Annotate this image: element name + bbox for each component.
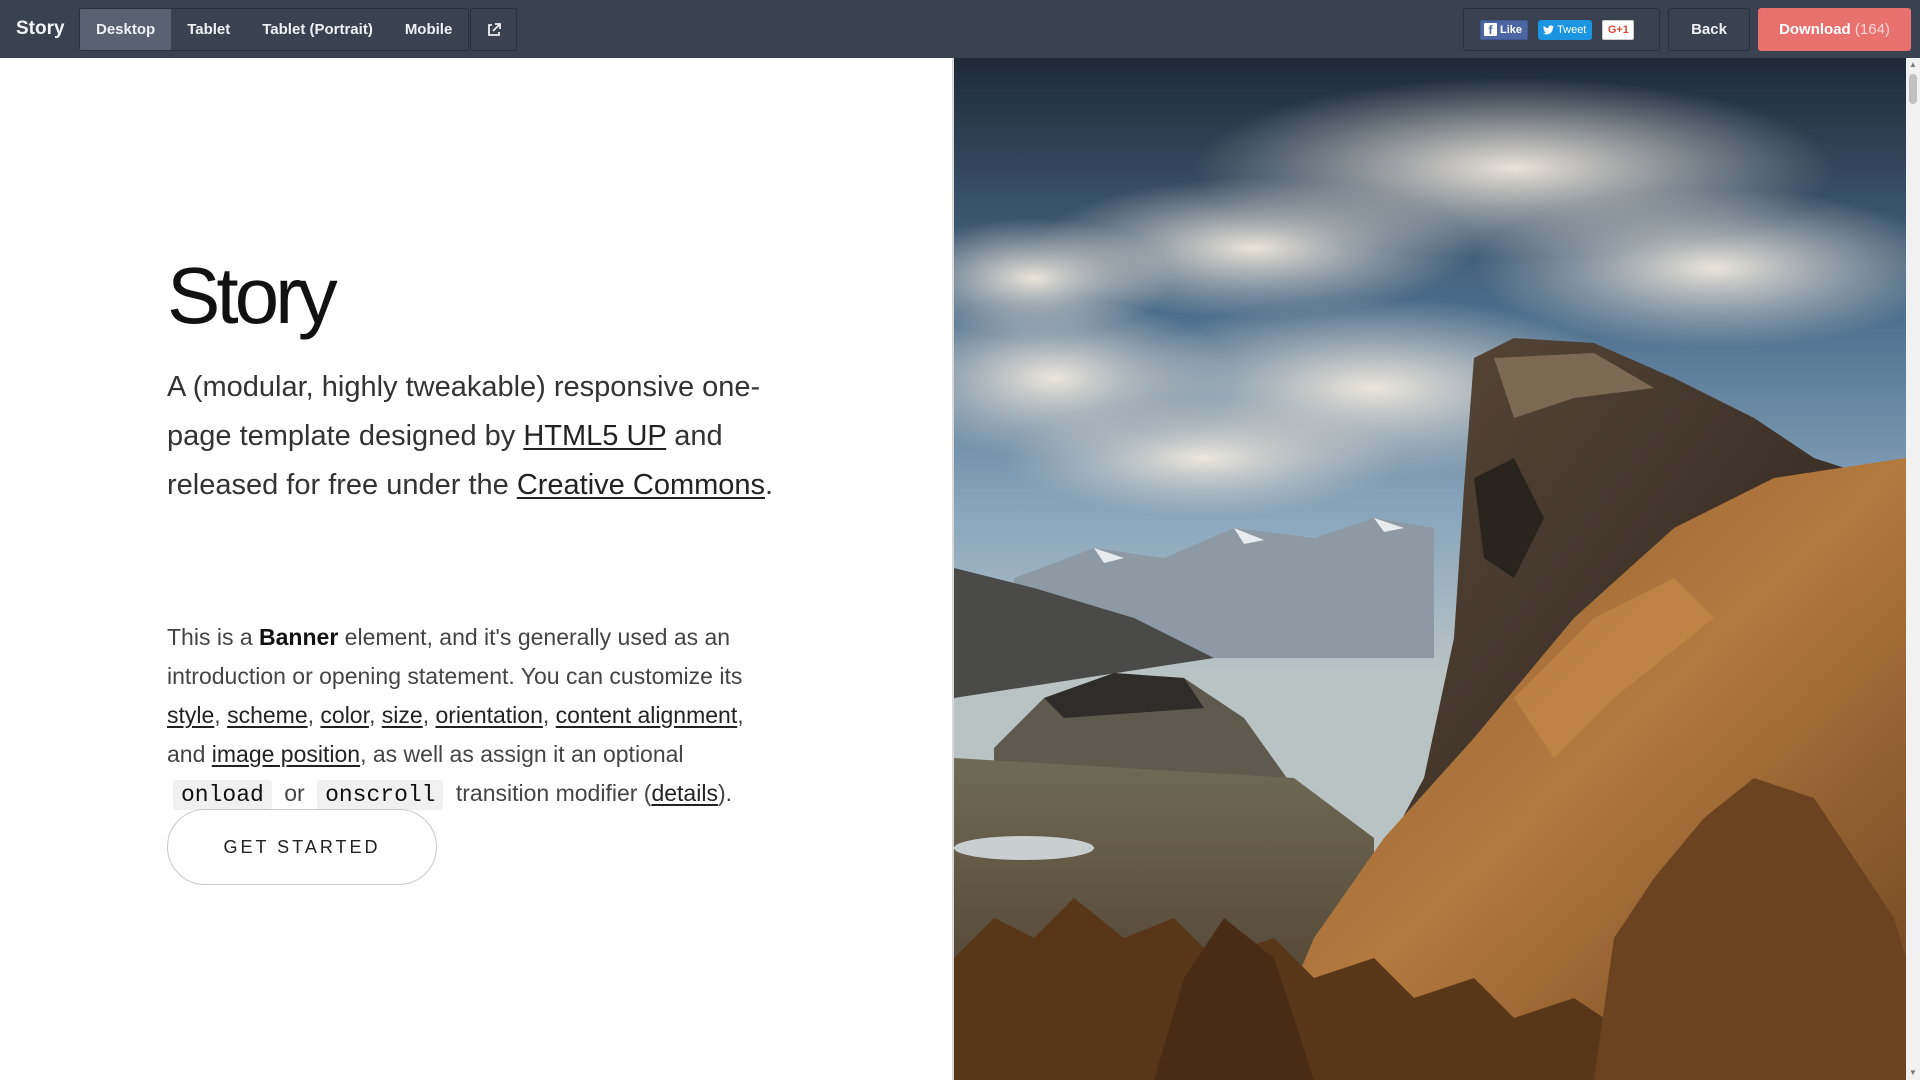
device-tablet-portrait-button[interactable]: Tablet (Portrait) (246, 9, 389, 50)
brand-title: Story (16, 18, 65, 39)
external-link-icon (487, 22, 501, 36)
device-switcher: Desktop Tablet Tablet (Portrait) Mobile (79, 8, 470, 51)
banner-image (954, 58, 1906, 1080)
details-link[interactable]: details (651, 780, 717, 806)
body-text: or (277, 780, 312, 806)
download-button[interactable]: Download (164) (1758, 8, 1911, 51)
body-text: ). (717, 780, 732, 806)
social-share-group: f Like Tweet G+1 (1463, 8, 1660, 51)
banner-content: Story A (modular, highly tweakable) resp… (0, 58, 953, 1080)
scroll-thumb[interactable] (1909, 74, 1917, 104)
device-mobile-button[interactable]: Mobile (389, 9, 468, 50)
banner-keyword: Banner (259, 624, 339, 650)
twitter-icon (1543, 24, 1555, 34)
size-link[interactable]: size (382, 702, 423, 728)
open-external-button[interactable] (470, 8, 517, 51)
device-tablet-button[interactable]: Tablet (171, 9, 246, 50)
facebook-like-label: Like (1500, 23, 1523, 36)
banner-lead: A (modular, highly tweakable) responsive… (167, 363, 777, 510)
body-text: transition modifier ( (449, 780, 652, 806)
mountain-landscape-image (954, 58, 1906, 1080)
onscroll-code: onscroll (317, 780, 444, 810)
onload-code: onload (173, 780, 272, 810)
scroll-up-arrow[interactable]: ▲ (1906, 58, 1920, 72)
scroll-down-arrow[interactable]: ▼ (1906, 1066, 1920, 1080)
google-plus-button[interactable]: G+1 (1602, 19, 1635, 40)
banner-description: This is a Banner element, and it's gener… (167, 624, 744, 810)
style-link[interactable]: style (167, 702, 214, 728)
facebook-like-button[interactable]: f Like (1480, 19, 1529, 40)
download-count: (164) (1854, 21, 1890, 38)
content-alignment-link[interactable]: content alignment (556, 702, 738, 728)
back-button[interactable]: Back (1668, 8, 1750, 51)
template-preview: Story A (modular, highly tweakable) resp… (0, 58, 1920, 1080)
get-started-button[interactable]: GET STARTED (167, 809, 437, 885)
orientation-link[interactable]: orientation (435, 702, 542, 728)
creative-commons-link[interactable]: Creative Commons (517, 469, 765, 501)
facebook-icon: f (1484, 23, 1497, 37)
preview-toolbar: Story Desktop Tablet Tablet (Portrait) M… (0, 0, 1920, 58)
lead-text: . (765, 469, 774, 501)
color-link[interactable]: color (320, 702, 369, 728)
body-text: , as well as assign it an optional (360, 741, 684, 767)
page-scrollbar[interactable]: ▲ ▼ (1906, 58, 1920, 1080)
image-position-link[interactable]: image position (212, 741, 360, 767)
scheme-link[interactable]: scheme (227, 702, 308, 728)
device-desktop-button[interactable]: Desktop (80, 9, 172, 50)
body-text: This is a (167, 624, 260, 650)
tweet-button[interactable]: Tweet (1538, 19, 1593, 40)
banner-title: Story (167, 251, 338, 340)
tweet-label: Tweet (1557, 23, 1587, 36)
html5up-link[interactable]: HTML5 UP (523, 420, 666, 452)
download-label: Download (1779, 21, 1851, 38)
